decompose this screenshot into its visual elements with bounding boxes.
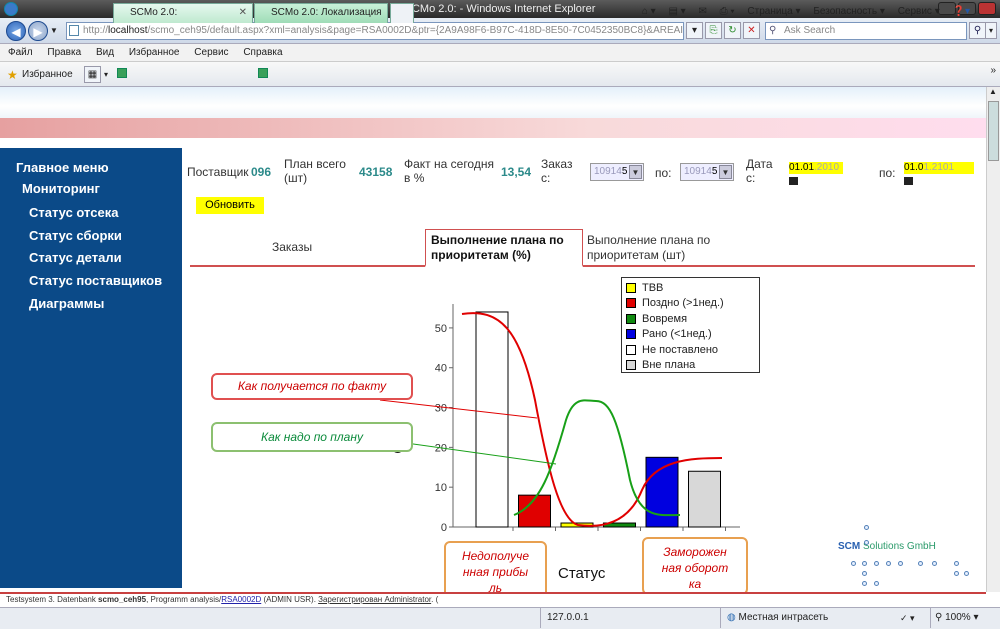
zoom-level: 100% [945,612,971,623]
logo-dot [864,540,869,545]
logo-dot [862,561,867,566]
fact-pointer-line [379,399,538,419]
status-zone: ◍ Местная интрасеть [720,608,910,628]
scm-logo-subtext: Solutions GmbH [863,541,936,552]
zoom-control[interactable]: ⚲ 100% ▾ [930,608,1000,628]
footer-text: Testsystem 3. Datenbank [6,595,99,604]
footer-text: (ADMIN USR). [261,595,319,604]
scm-logo-text: SCM [838,541,861,552]
logo-dot [932,561,937,566]
footer-text: , Programm analysis/ [146,595,222,604]
logo-dot [954,561,959,566]
logo-dot [898,561,903,566]
logo-dot [862,571,867,576]
logo-dot [851,561,856,566]
logo-dot [874,581,879,586]
callout-lost-profit: Недополученная прибыль [444,541,547,598]
scm-logo: SCM Solutions GmbH [838,541,936,552]
status-ip: 127.0.0.1 [540,608,680,628]
globe-icon: ◍ [727,612,739,623]
logo-dot [874,561,879,566]
logo-dot [918,561,923,566]
logo-dot [954,571,959,576]
footer-program-link[interactable]: RSA0002D [221,595,261,604]
protected-mode-icon[interactable]: ✓ ▾ [900,608,915,628]
page-footer: Testsystem 3. Datenbank scmo_ceh95, Prog… [0,592,986,607]
logo-dot [864,525,869,530]
footer-text: . ( [431,595,439,604]
callout-plan: Как надо по плану [211,422,413,452]
callout-frozen: Замороженная оборотка [642,537,748,595]
footer-user-link[interactable]: Зарегистрирован Administrator [318,595,431,604]
status-zone-label: Местная интрасеть [738,612,829,623]
logo-dot [862,581,867,586]
annotation-overlay [369,312,723,527]
zoom-icon: ⚲ [935,612,946,623]
footer-db: scmo_ceh95 [98,595,147,604]
logo-dot [886,561,891,566]
logo-dot [964,571,969,576]
status-bar: 127.0.0.1 ◍ Местная интрасеть ✓ ▾ ⚲ 100%… [0,607,1000,629]
callout-fact: Как получается по факту [211,373,413,400]
fact-curve [461,312,723,527]
